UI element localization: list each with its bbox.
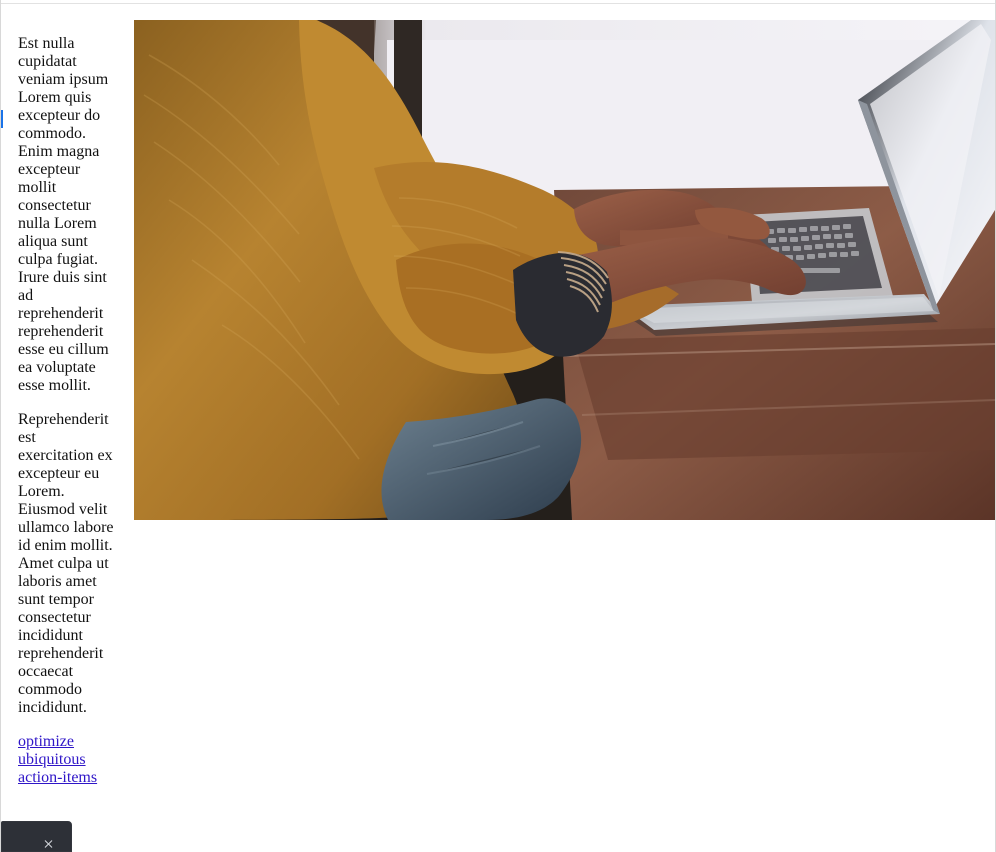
close-icon[interactable] <box>44 839 54 849</box>
paragraph-2: Reprehenderit est exercitation ex except… <box>18 411 114 716</box>
top-divider <box>1 3 995 4</box>
content-column: Est nulla cupidatat veniam ipsum Lorem q… <box>18 35 114 787</box>
paragraph-1: Est nulla cupidatat veniam ipsum Lorem q… <box>18 35 109 394</box>
action-link[interactable]: optimize ubiquitous action-items <box>18 733 114 787</box>
left-accent-marker <box>1 110 3 128</box>
laptop-photo-illustration <box>134 20 995 520</box>
hero-photo <box>134 20 995 520</box>
page-frame: Est nulla cupidatat veniam ipsum Lorem q… <box>0 0 996 852</box>
floating-widget <box>1 821 72 852</box>
